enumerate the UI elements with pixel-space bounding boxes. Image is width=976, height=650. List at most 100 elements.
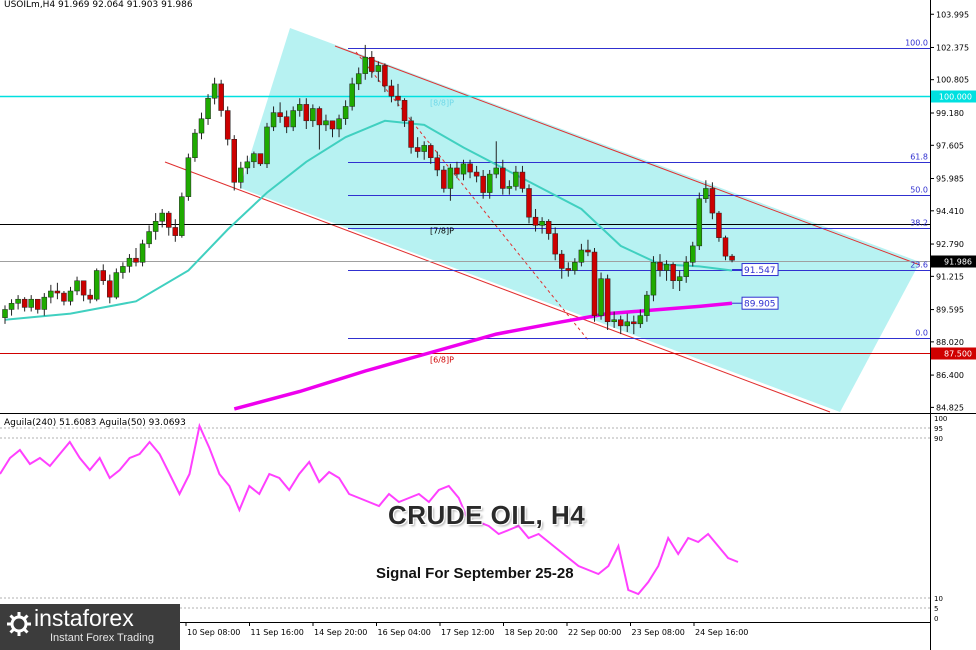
candle-body	[107, 280, 113, 298]
candle-body	[120, 266, 126, 273]
candle-body	[61, 292, 67, 302]
fib-level-label: 50.0	[910, 186, 928, 195]
current-price-tag-text: 91.986	[944, 258, 972, 267]
instaforex-logo-icon	[7, 612, 31, 636]
candle-body	[617, 319, 624, 327]
candle-body	[218, 83, 224, 111]
candle-body	[146, 231, 152, 245]
candle-body	[277, 112, 283, 117]
candle-body	[545, 221, 552, 234]
candle-body	[526, 188, 532, 218]
oscillator-scale-label: 100	[934, 415, 947, 423]
price-axis-label: 89.595	[936, 306, 964, 315]
candle-body	[382, 65, 388, 87]
time-axis-label: 14 Sep 20:00	[314, 628, 367, 637]
candle-body	[172, 227, 179, 236]
murray-level-label: [8/8]P	[430, 99, 454, 108]
candle-body	[231, 138, 237, 183]
candle-body	[244, 161, 251, 169]
candle-body	[349, 83, 355, 107]
candle-body	[375, 65, 382, 72]
candle-body	[48, 290, 54, 298]
price-axis-label: 84.825	[936, 403, 964, 412]
candle-body	[2, 309, 8, 318]
candle-body	[591, 251, 598, 316]
ma-price-tag-text: 89.905	[744, 300, 776, 310]
candle-body	[336, 118, 342, 130]
candle-body	[690, 245, 696, 263]
candle-body	[676, 276, 683, 282]
candle-body	[585, 249, 591, 253]
price-axis-label: 88.020	[936, 338, 964, 347]
candle-body	[421, 145, 427, 152]
candle-body	[297, 104, 303, 111]
candle-body	[729, 255, 735, 261]
candle-body	[355, 73, 362, 85]
candle-body	[323, 120, 329, 126]
candle-body	[159, 212, 165, 222]
time-axis-label: 10 Sep 08:00	[187, 628, 240, 637]
time-axis-label: 24 Sep 16:00	[695, 628, 748, 637]
candle-body	[28, 298, 34, 308]
candle-body	[316, 108, 323, 126]
oscillator-scale-label: 95	[934, 425, 943, 433]
candle-body	[703, 188, 709, 199]
chart-title: CRUDE OIL, H4	[388, 500, 586, 530]
candle-body	[185, 157, 192, 197]
oscillator-scale-label: 90	[934, 435, 943, 443]
candle-body	[100, 270, 106, 282]
candle-body	[388, 85, 395, 97]
candle-body	[565, 268, 572, 271]
candle-body	[441, 169, 447, 189]
candle-body	[251, 153, 257, 163]
candle-body	[264, 126, 270, 165]
candle-body	[604, 278, 611, 323]
candle-body	[513, 171, 519, 187]
candle-body	[152, 221, 159, 232]
price-axis-label: 99.180	[936, 109, 964, 118]
candle-body	[657, 262, 663, 271]
murray-price-tag-text: 87.500	[944, 350, 972, 359]
time-axis-label: 11 Sep 16:00	[251, 628, 304, 637]
candle-body	[238, 167, 244, 183]
candle-body	[539, 221, 545, 226]
price-axis-label: 100.805	[936, 76, 969, 85]
candle-body	[74, 280, 80, 292]
candle-body	[572, 262, 578, 271]
candle-body	[414, 147, 421, 152]
candle-body	[41, 296, 48, 310]
candle-body	[473, 171, 480, 177]
murray-level-label: [7/8]P	[430, 227, 454, 236]
candle-body	[716, 212, 722, 238]
candle-body	[87, 294, 93, 300]
candle-body	[133, 257, 139, 263]
candle-body	[486, 173, 493, 193]
oscillator-scale-label: 0	[934, 615, 938, 623]
candle-body	[650, 262, 657, 296]
candle-body	[598, 278, 604, 316]
time-axis-label: 16 Sep 04:00	[378, 628, 431, 637]
candle-body	[257, 153, 264, 165]
time-axis-label: 22 Sep 00:00	[568, 628, 621, 637]
candle-body	[493, 167, 499, 175]
candle-body	[434, 157, 441, 171]
candle-body	[54, 290, 61, 294]
candle-body	[303, 104, 310, 122]
candle-body	[670, 264, 676, 282]
candle-body	[683, 262, 689, 277]
murray-price-tag-text: 100.000	[939, 93, 972, 102]
brand-tagline: Instant Forex Trading	[50, 632, 154, 644]
candle-body	[480, 175, 486, 193]
candle-body	[126, 257, 133, 267]
candle-body	[631, 321, 637, 325]
candle-body	[362, 56, 368, 74]
candle-body	[93, 270, 100, 300]
price-axis-label: 91.215	[936, 272, 964, 281]
candle-body	[611, 319, 617, 323]
price-axis-label: 97.605	[936, 141, 964, 150]
candle-body	[506, 186, 513, 189]
candle-body	[624, 321, 630, 327]
candle-body	[80, 280, 87, 296]
fib-level-label: 38.2	[910, 219, 928, 228]
candle-body	[270, 112, 277, 128]
